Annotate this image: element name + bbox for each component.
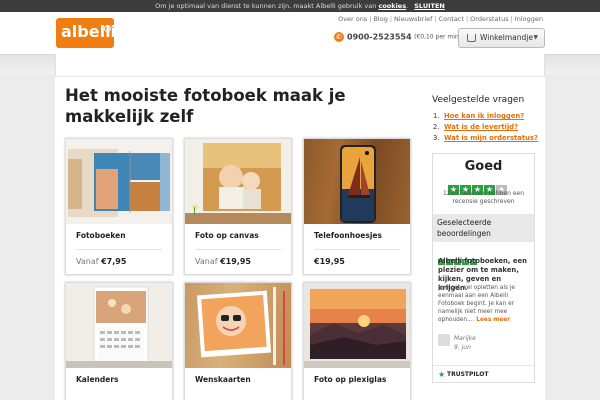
product-card-wenskaarten[interactable]: Wenskaarten [184,282,292,400]
rating-word: Goed [464,159,503,174]
link-over-ons[interactable]: Over ons [338,15,367,23]
page-title: Het mooiste fotoboek maak je makkelijk z… [65,86,346,126]
product-card-telefoonhoesjes[interactable]: Telefoonhoesjes €19,95 [303,138,411,275]
product-image-canvas [185,139,291,224]
faq-number: 1. [433,112,440,120]
card-divider [76,249,162,250]
product-image-wenskaarten [185,283,291,368]
trustpilot-widget[interactable]: Goed ★ ★ ★ ★ ★ 12107 klanten hebben een rece… [432,153,535,383]
trustpilot-footer[interactable]: ★ TRUSTPILOT [433,365,534,382]
card-divider [195,249,281,250]
price-row: Vanaf €7,95 [76,257,126,266]
product-card-plexiglas[interactable]: Foto op plexiglas [303,282,411,400]
link-orderstatus[interactable]: Orderstatus [470,15,508,23]
faq-item-2: 2. Wat is de levertijd? [433,123,518,131]
review-count: 12107 klanten hebben een recensie geschr… [442,190,525,205]
read-more-link[interactable]: Lees meer [476,317,510,323]
chevron-down-icon: ▼ [533,34,538,41]
faq-link-orderstatus[interactable]: Wat is mijn orderstatus? [444,134,538,142]
author-name: Marijke [454,335,476,342]
review-date: 9. jun [454,344,471,351]
cookies-link[interactable]: cookies [378,2,406,10]
link-nieuwsbrief[interactable]: Nieuwsbrief [394,15,432,23]
trustpilot-label: TRUSTPILOT [447,371,489,378]
rating-stars: ★ ★ ★ ★ ★ [448,177,508,195]
faq-link-levertijd[interactable]: Wat is de levertijd? [444,123,518,131]
albelli-logo[interactable]: albelli [56,18,116,48]
product-image-fotoboeken [66,139,172,224]
trustpilot-star-icon: ★ [438,370,446,379]
link-inloggen[interactable]: Inloggen [515,15,543,23]
avatar [438,334,450,346]
product-image-kalenders [66,283,172,368]
link-contact[interactable]: Contact [439,15,464,23]
product-image-plexiglas [304,283,410,368]
product-name: Foto op plexiglas [314,375,387,384]
product-name: Foto op canvas [195,231,259,240]
cookie-dot: . [406,2,409,10]
price-row: Vanaf €19,95 [195,257,251,266]
product-name: Wenskaarten [195,375,251,384]
faq-link-inloggen[interactable]: Hoe kan ik inloggen? [444,112,524,120]
selected-reviews-label: Geselecteerde beoordelingen [433,214,534,242]
phone-icon: ✆ [334,32,344,42]
review-author: Marijke 9. jun [454,334,476,352]
card-divider [314,249,400,250]
product-card-canvas[interactable]: Foto op canvas Vanaf €19,95 [184,138,292,275]
cart-label: Winkelmandje [480,33,533,42]
faq-item-1: 1. Hoe kan ik inloggen? [433,112,524,120]
nav-strip [55,54,545,76]
price-row: €19,95 [314,257,345,266]
product-card-fotoboeken[interactable]: Fotoboeken Vanaf €7,95 [65,138,173,275]
faq-number: 2. [433,123,440,131]
phone-rate: (€0,10 per min) [414,33,462,41]
product-image-telefoonhoesjes [304,139,410,224]
cart-button[interactable]: Winkelmandje ▼ [458,28,545,48]
product-card-kalenders[interactable]: Kalenders [65,282,173,400]
phone-info: ✆ 0900-2523554 (€0,10 per min) [334,32,461,44]
price-prefix: Vanaf [76,257,99,266]
faq-title: Veelgestelde vragen [432,95,525,105]
faq-number: 3. [433,134,440,142]
site-header: albelli Over ons | Blog | Nieuwsbrief | Contac… [0,12,600,54]
product-name: Kalenders [76,375,119,384]
price-prefix: Vanaf [195,257,218,266]
link-blog[interactable]: Blog [373,15,387,23]
product-name: Telefoonhoesjes [314,231,382,240]
cookie-text: Om je optimaal van dienst te kunnen zijn… [155,2,377,10]
phone-number: 0900-2523554 [347,32,412,42]
product-name: Fotoboeken [76,231,126,240]
top-links: Over ons | Blog | Nieuwsbrief | Contact | Orders… [338,15,543,23]
faq-item-3: 3. Wat is mijn orderstatus? [433,134,538,142]
product-price: €19,95 [220,257,251,266]
close-cookie-button[interactable]: SLUITEN [414,2,445,10]
logo-dot-icon [104,25,111,32]
cookie-bar: Om je optimaal van dienst te kunnen zijn… [0,0,600,12]
cart-icon [467,34,476,42]
product-price: €7,95 [101,257,127,266]
review-body: Je moet wel opletten als je eenmaal aan … [438,284,532,324]
product-price: €19,95 [314,257,345,266]
